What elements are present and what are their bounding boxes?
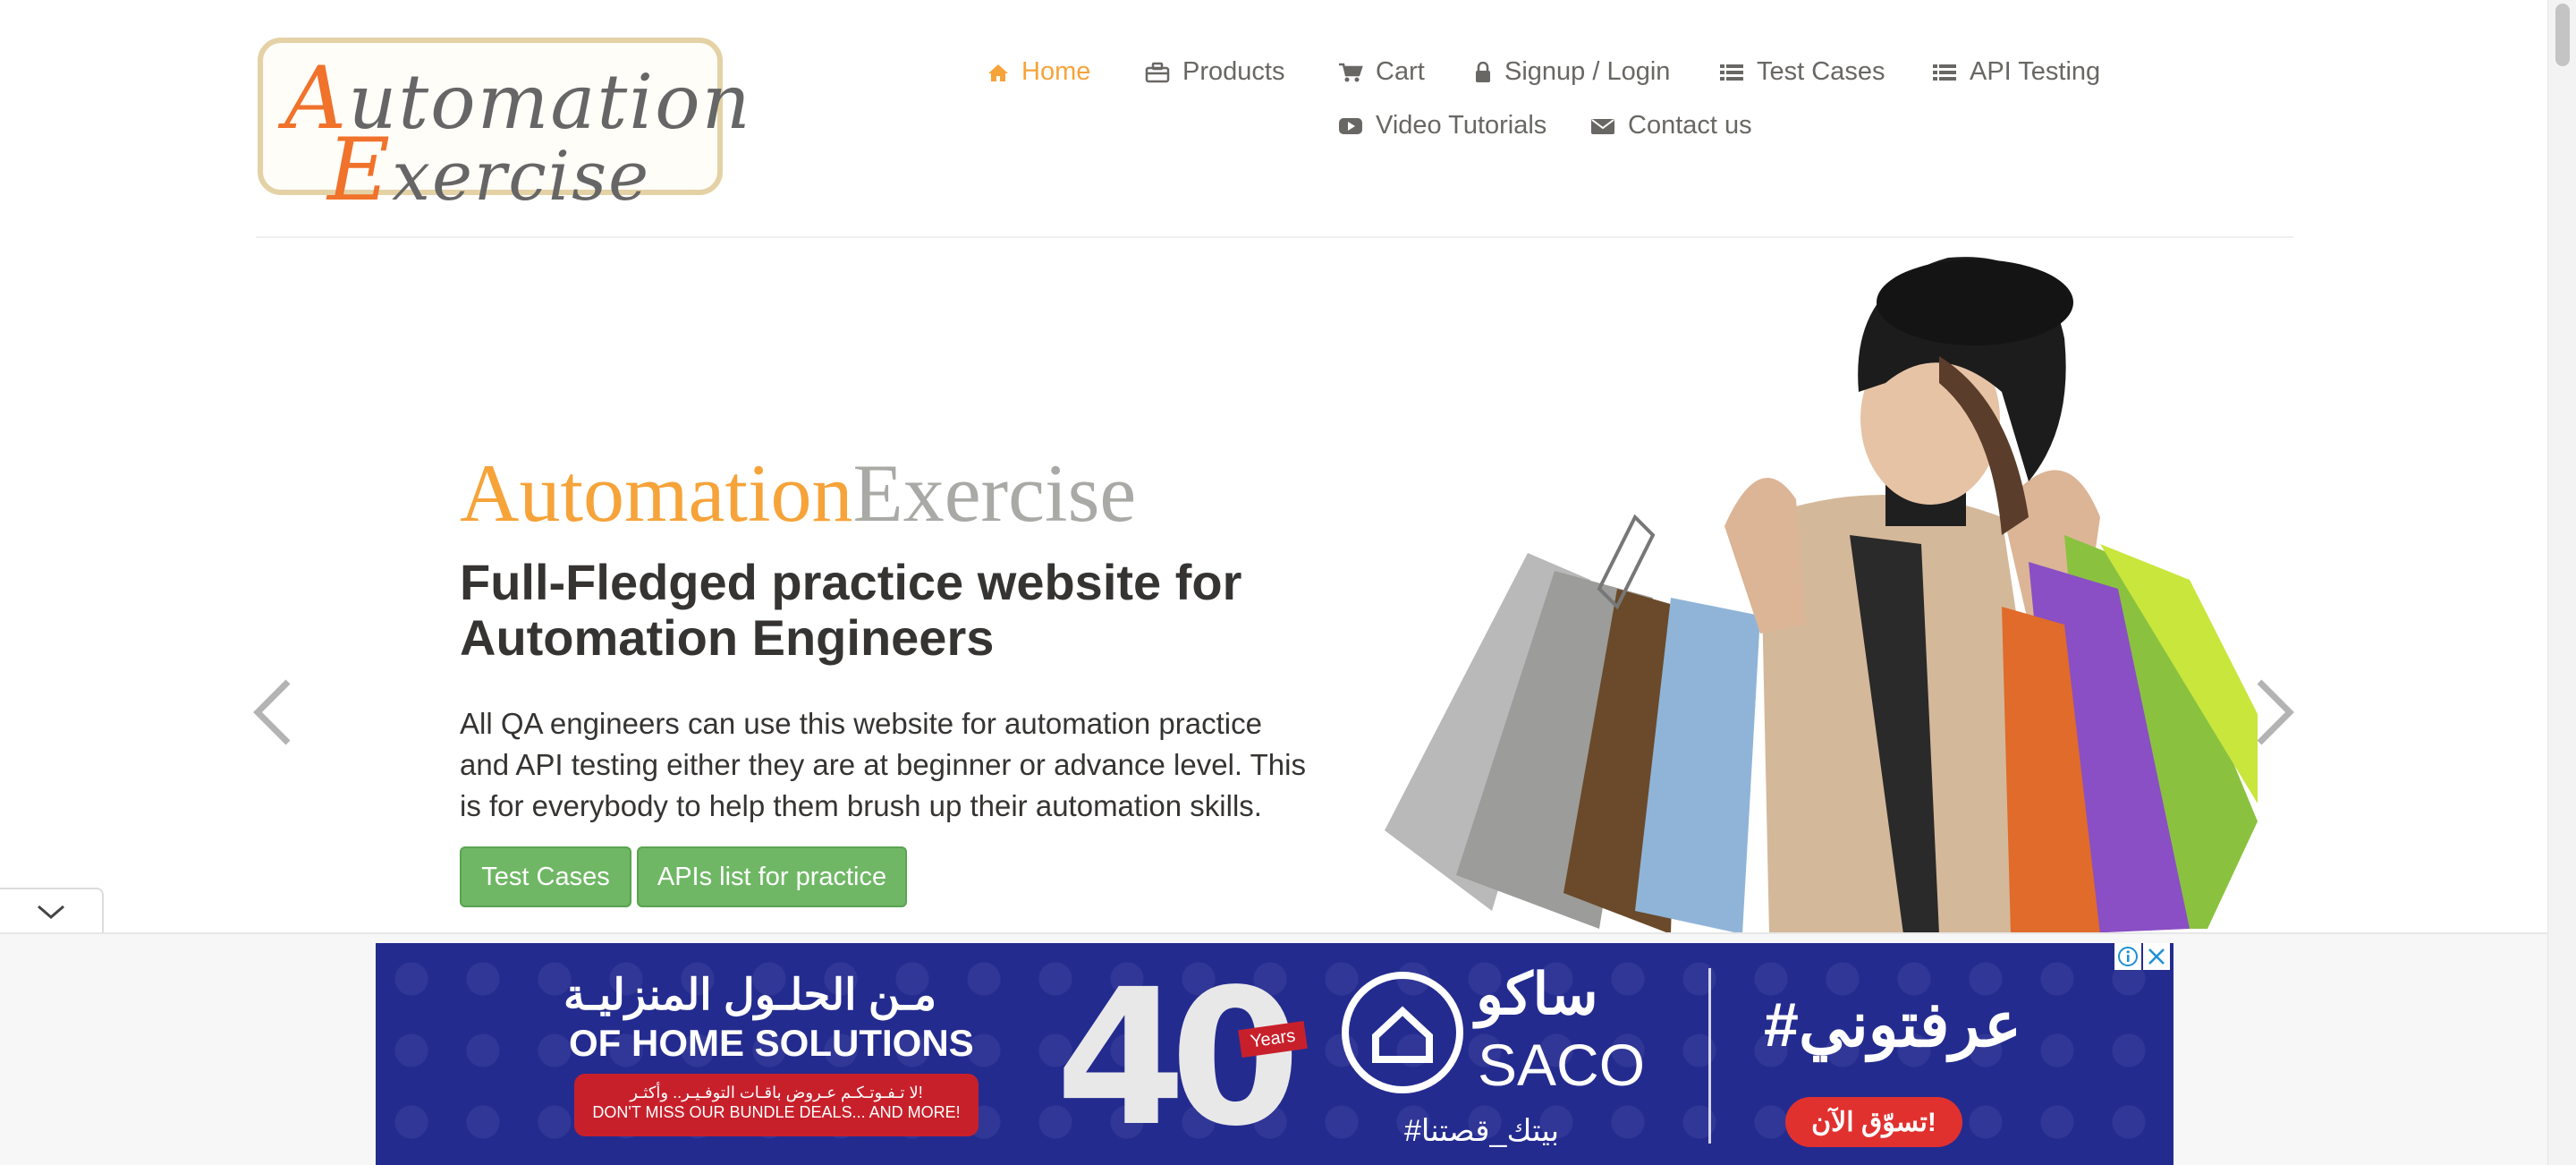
lock-icon (1476, 61, 1490, 82)
scrollbar-thumb[interactable] (2555, 4, 2570, 66)
nav-contact-us[interactable]: Contact us (1590, 111, 1752, 140)
nav-test-cases[interactable]: Test Cases (1719, 57, 1885, 87)
nav-video-tutorials[interactable]: Video Tutorials (1338, 111, 1546, 140)
ad-divider (1708, 968, 1711, 1144)
ad-shop-now-button[interactable]: تسوّق الآن! (1785, 1097, 1962, 1147)
youtube-icon (1339, 117, 1362, 134)
main-nav: Home Products Cart Signup / Login Test C… (0, 52, 2547, 177)
nav-products[interactable]: Products (1145, 57, 1284, 87)
nav-test-cases-label: Test Cases (1757, 57, 1885, 86)
ad-promo-pill: لا تـفـوتـكـم عـروض باقـات التوفـيـر.. و… (574, 1074, 979, 1136)
nav-cart-label: Cart (1376, 57, 1425, 86)
test-cases-button[interactable]: Test Cases (460, 846, 631, 907)
hero-image-woman-shopping-bags (1385, 249, 2258, 934)
ad-close-icon[interactable] (2143, 943, 2170, 970)
list-icon (1933, 64, 1956, 81)
nav-home-label: Home (1021, 57, 1091, 86)
ad-brand-hashtag: #بيتك_قصتنا (1404, 1114, 1560, 1148)
nav-cart[interactable]: Cart (1338, 57, 1425, 87)
briefcase-icon (1145, 62, 1170, 82)
cart-icon (1339, 63, 1363, 81)
hero-description: All QA engineers can use this website fo… (460, 707, 1306, 822)
nav-signup-login[interactable]: Signup / Login (1474, 57, 1670, 87)
carousel-next-icon[interactable] (2252, 678, 2297, 751)
nav-contact-us-label: Contact us (1628, 111, 1752, 140)
chevron-down-icon (38, 905, 64, 919)
page: Automation Exercise Home Products Cart S… (0, 0, 2547, 1165)
saco-advertisement[interactable]: مـن الحلـول المنزليـة OF HOME SOLUTIONS … (376, 943, 2174, 1165)
carousel-prev-icon[interactable] (250, 678, 295, 751)
nav-products-label: Products (1182, 57, 1285, 86)
nav-api-testing-label: API Testing (1970, 57, 2101, 86)
ad-english-line: OF HOME SOLUTIONS (569, 1022, 974, 1064)
nav-home[interactable]: Home (987, 57, 1090, 87)
header-divider (256, 236, 2293, 238)
nav-video-tutorials-label: Video Tutorials (1376, 111, 1547, 140)
ad-brand-english: SACO (1478, 1032, 1646, 1098)
saco-logo-icon (1342, 972, 1463, 1093)
ad-arabic-line: مـن الحلـول المنزليـة (564, 972, 937, 1019)
apis-list-button[interactable]: APIs list for practice (637, 846, 907, 907)
hero-heading: Full-Fledged practice website for Automa… (460, 554, 1242, 666)
ad-info-icon[interactable] (2114, 943, 2141, 970)
ad-collapse-button[interactable] (0, 888, 104, 934)
ad-promo-english: DON'T MISS OUR BUNDLE DEALS... AND MORE! (592, 1103, 961, 1121)
list-icon (1720, 64, 1743, 81)
vertical-scrollbar[interactable] (2547, 0, 2576, 1165)
ad-promo-arabic: لا تـفـوتـكـم عـروض باقـات التوفـيـر.. و… (630, 1084, 923, 1101)
ad-brand-arabic: ساكو (1476, 962, 1598, 1026)
ad-40-years-number: 40 (1055, 948, 1301, 1165)
hero-title: AutomationExercise (460, 447, 1137, 539)
ad-hashtag-main: #عرفتوني (1764, 990, 2021, 1059)
home-icon (988, 64, 1008, 81)
nav-signup-login-label: Signup / Login (1504, 57, 1671, 86)
envelope-icon (1591, 118, 1614, 134)
nav-api-testing[interactable]: API Testing (1932, 57, 2100, 87)
